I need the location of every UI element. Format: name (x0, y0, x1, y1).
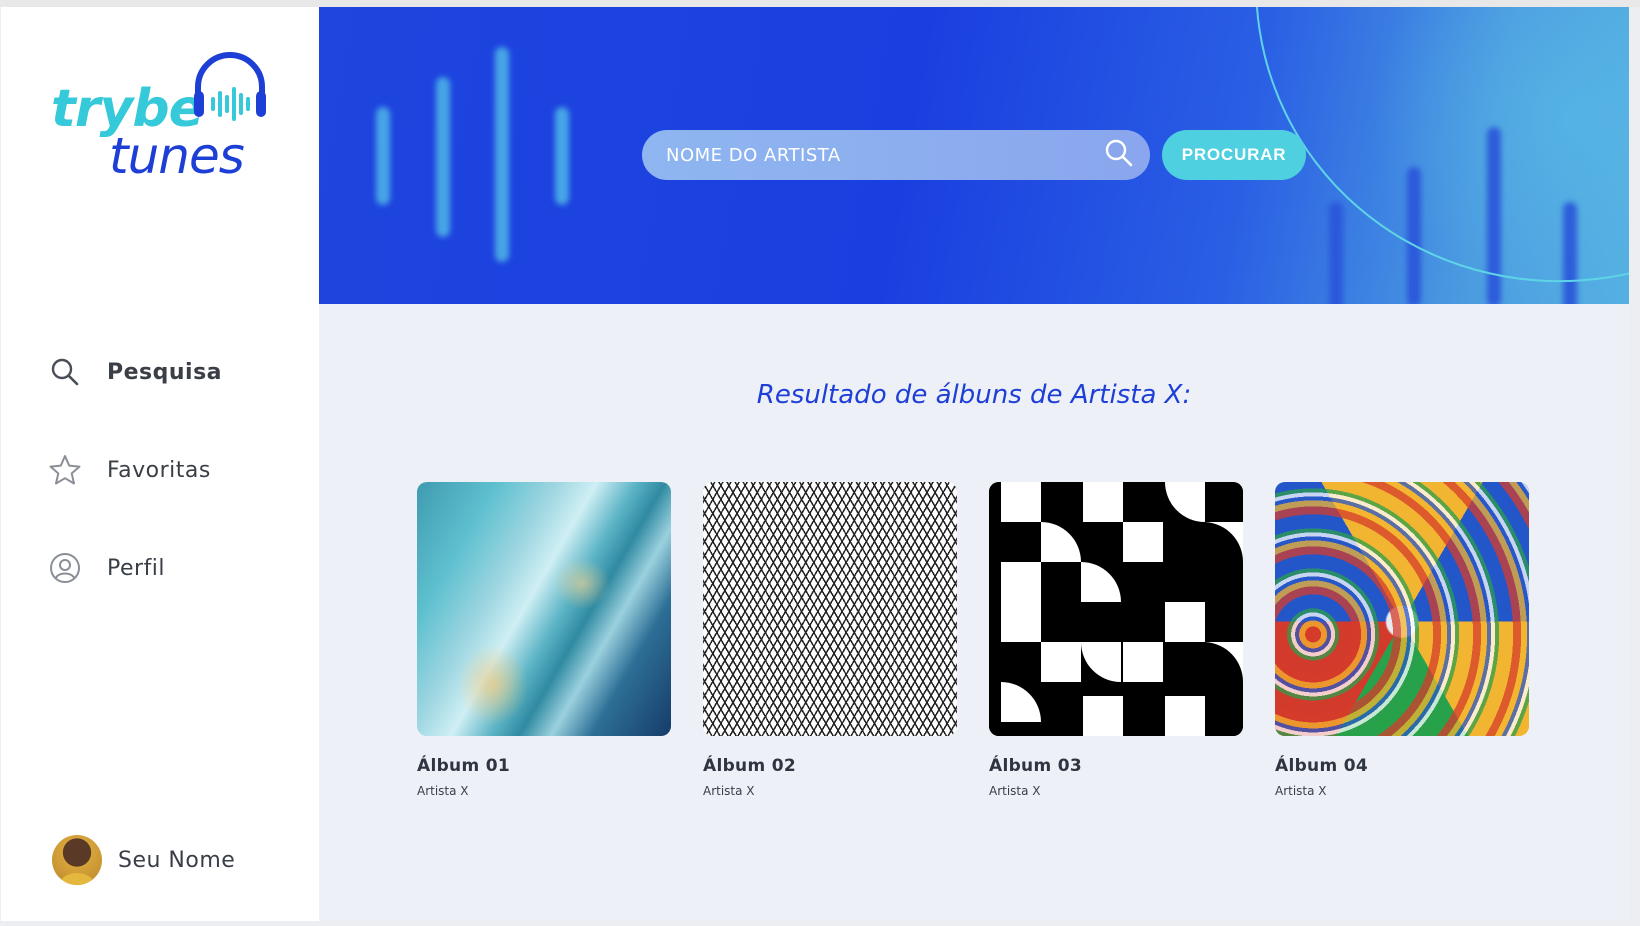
search-input[interactable]: NOME DO ARTISTA (642, 130, 1150, 180)
album-artist: Artista X (1275, 784, 1327, 798)
album-title: Álbum 02 (703, 756, 796, 776)
album-card[interactable]: Álbum 03 Artista X (989, 482, 1243, 798)
album-cover[interactable] (417, 482, 671, 736)
album-title: Álbum 03 (989, 756, 1082, 776)
search-icon[interactable] (1104, 138, 1134, 172)
album-card[interactable]: Álbum 04 Artista X (1275, 482, 1529, 798)
search-icon (49, 356, 81, 388)
results-title: Resultado de álbuns de Artista X: (756, 380, 1192, 410)
album-artist: Artista X (417, 784, 469, 798)
avatar (52, 835, 102, 885)
headphones-icon (194, 52, 266, 121)
trybe-tunes-logo[interactable]: trybe tunes (51, 49, 281, 189)
user-name: Seu Nome (118, 847, 236, 873)
search-banner: NOME DO ARTISTA PROCURAR (319, 7, 1629, 304)
sound-bar-decoration (1329, 202, 1343, 304)
star-icon (49, 454, 81, 486)
sidebar: trybe tunes Pesquisa Favoritas Perfil Se… (1, 7, 319, 921)
sidebar-item-favoritas[interactable]: Favoritas (49, 450, 222, 490)
album-artist: Artista X (989, 784, 1041, 798)
album-title: Álbum 04 (1275, 756, 1368, 776)
album-title: Álbum 01 (417, 756, 510, 776)
sidebar-item-label: Perfil (107, 555, 166, 581)
album-artist: Artista X (703, 784, 755, 798)
main-content: NOME DO ARTISTA PROCURAR Resultado de ál… (319, 7, 1629, 921)
album-cover[interactable] (989, 482, 1243, 736)
app-window: trybe tunes Pesquisa Favoritas Perfil Se… (1, 7, 1629, 921)
sound-bar-decoration (555, 107, 569, 205)
sidebar-item-pesquisa[interactable]: Pesquisa (49, 352, 222, 392)
browser-top-edge (0, 0, 1640, 7)
sidebar-item-label: Favoritas (107, 457, 211, 483)
profile-icon (49, 552, 81, 584)
sound-bar-decoration (376, 107, 390, 205)
sound-bar-decoration (495, 47, 509, 262)
album-cover[interactable] (1275, 482, 1529, 736)
album-grid: Álbum 01 Artista X Álbum 02 Artista X Ál… (417, 482, 1561, 798)
search-button[interactable]: PROCURAR (1162, 130, 1306, 180)
search-placeholder: NOME DO ARTISTA (666, 144, 841, 166)
sidebar-item-label: Pesquisa (107, 359, 223, 385)
geometric-pattern (989, 482, 1243, 736)
sidebar-nav: Pesquisa Favoritas Perfil (49, 352, 222, 646)
album-cover[interactable] (703, 482, 957, 736)
sidebar-item-perfil[interactable]: Perfil (49, 548, 222, 588)
sound-bar-decoration (436, 77, 450, 237)
user-profile[interactable]: Seu Nome (52, 835, 235, 885)
album-card[interactable]: Álbum 02 Artista X (703, 482, 957, 798)
album-card[interactable]: Álbum 01 Artista X (417, 482, 671, 798)
logo-word-tunes: tunes (109, 127, 245, 185)
